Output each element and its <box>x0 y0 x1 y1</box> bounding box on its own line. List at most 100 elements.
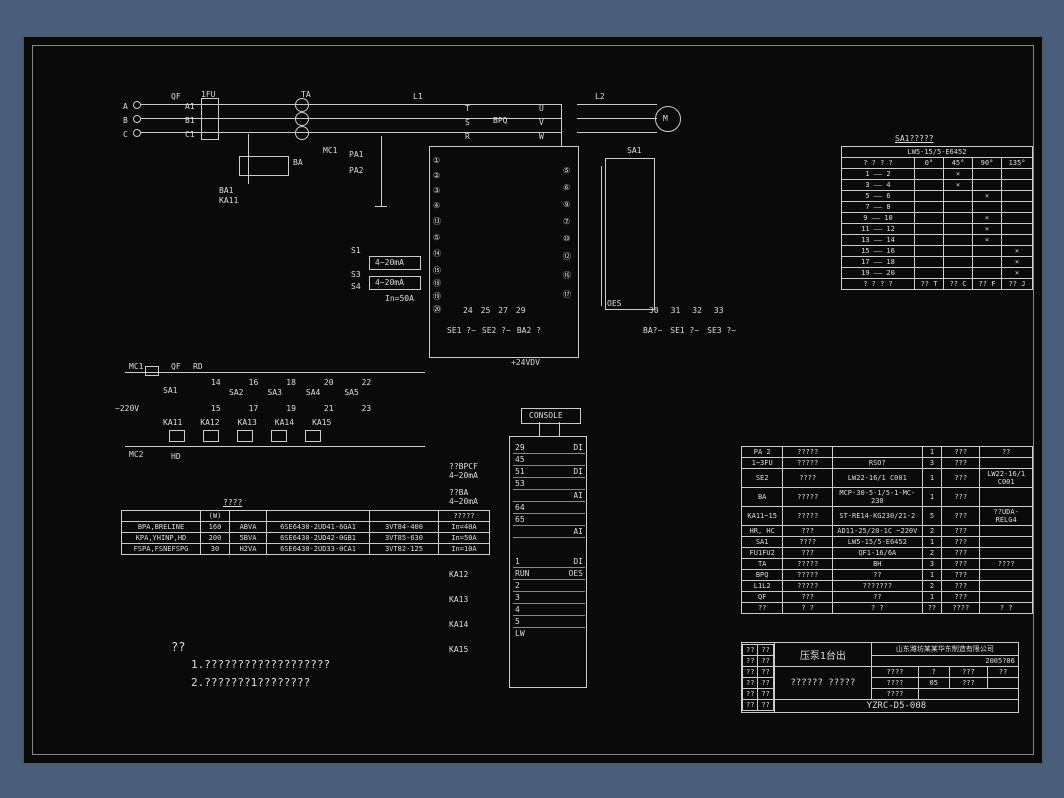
cr2r: DI <box>573 467 583 476</box>
ba-box <box>239 156 289 176</box>
ladder-bot <box>125 446 425 447</box>
sa1h4: 135° <box>1002 158 1033 169</box>
bpq-t4: ④ <box>433 201 441 210</box>
sa1r51 <box>915 224 944 235</box>
term-b1: B1 <box>185 116 195 125</box>
sa1-block <box>605 158 655 310</box>
n21: 21 <box>324 404 334 413</box>
parts-cell: ?? <box>922 603 942 614</box>
cbp2: 2 <box>515 581 520 590</box>
tb-proj: 压泵1台出 <box>774 643 871 667</box>
sa1f3: ?? F <box>973 279 1002 290</box>
mc1-label: MC1 <box>323 146 337 155</box>
bn25: 25 <box>481 306 491 315</box>
br00: ?? <box>743 645 758 656</box>
sh0 <box>122 511 201 522</box>
sa1r62 <box>944 235 973 246</box>
sa1r52 <box>944 224 973 235</box>
bn24: 24 <box>463 306 473 315</box>
ba1-label: BA1 <box>219 186 233 195</box>
bpq-t19: ⑲ <box>433 291 441 302</box>
br51: ?? <box>758 700 773 711</box>
sa1r14 <box>1002 180 1033 191</box>
n17: 17 <box>249 404 259 413</box>
fuse-mc1 <box>145 366 159 376</box>
bpq-t20: ⑳ <box>433 304 441 315</box>
console-rows: 29DI 45 51DI 53 AI 64 65 AI <box>513 442 585 538</box>
fuse-1fu <box>201 98 219 140</box>
s20: FSPA,FSNEFSPG <box>122 544 201 555</box>
spec-row-2: FSPA,FSNEFSPG30H2VA6SE6430-2UD33-0CA13VT… <box>122 544 490 555</box>
m00: ???? <box>871 667 918 678</box>
sa4: SA4 <box>306 388 320 397</box>
bpq-r5: ⑤ <box>563 166 571 175</box>
parts-cell: SA1 <box>742 537 783 548</box>
spec-row-0: BPA,BRELINE160ABVA6SE6430-2UD41-6GA13VT8… <box>122 522 490 533</box>
sa1r70: 15 —— 16 <box>842 246 915 257</box>
parts-cell: ????? <box>783 458 833 469</box>
terminal-a <box>133 101 141 109</box>
console-conn1 <box>539 422 540 436</box>
terminal-b <box>133 115 141 123</box>
ladder-bot-nums: 15 17 19 21 23 <box>211 404 371 413</box>
sig2-label: 4~20mA <box>375 278 404 287</box>
sa1-sub: LW5-15/5-E6452 <box>842 147 1033 158</box>
bl6: SE3 ?~ <box>707 326 736 335</box>
s3-label: S3 <box>351 270 361 279</box>
parts-cell: 1~3FU <box>742 458 783 469</box>
sa1r74: × <box>1002 246 1033 257</box>
bpq-v: V <box>539 118 544 127</box>
cb-ka12: KA12 <box>449 570 468 579</box>
out-w <box>577 132 657 133</box>
parts-cell: QF1-16/6A <box>832 548 922 559</box>
parts-row-2: SE2????LW22-16/1 C0011???LW22-16/1 C001 <box>742 469 1033 488</box>
bpq-t18: ⑱ <box>433 278 441 289</box>
h5-box <box>305 430 321 442</box>
sa1r43: × <box>973 213 1002 224</box>
bpq-r12: ⑫ <box>563 251 571 262</box>
n22: 22 <box>362 378 372 387</box>
ladder-rd: RD <box>193 362 203 371</box>
parts-cell: ??? <box>942 581 980 592</box>
bn33: 33 <box>714 306 724 315</box>
cl1: 4~20mA <box>449 471 478 480</box>
parts-cell: 2 <box>922 526 942 537</box>
parts-cell: ??? <box>783 592 833 603</box>
sa1r73 <box>973 246 1002 257</box>
cr2l: 51 <box>515 467 525 476</box>
sa1r91 <box>915 268 944 279</box>
sa1r83 <box>973 257 1002 268</box>
sa1r93 <box>973 268 1002 279</box>
ladder-top-nums: 14 16 18 20 22 <box>211 378 371 387</box>
m02: ??? <box>949 667 988 678</box>
n18: 18 <box>286 378 296 387</box>
tb-dwg: YZRC-D5-008 <box>774 700 1018 713</box>
drawing-sheet: A B C QF A1 B1 C1 1FU TA L1 BA BA1 KA11 … <box>23 36 1043 764</box>
parts-cell: ??? <box>942 570 980 581</box>
parts-cell: ??????? <box>832 581 922 592</box>
sa1r54 <box>1002 224 1033 235</box>
parts-row-4: KA11~15?????ST-RE14-KG230/21-25?????UDA-… <box>742 507 1033 526</box>
sa1f0: ? ? ? ? <box>842 279 915 290</box>
bpq-t2: ② <box>433 171 441 180</box>
ka11: KA11 <box>163 418 182 427</box>
bpq-label: BPQ <box>493 116 507 125</box>
cr0l: 29 <box>515 443 525 452</box>
sa1r53: × <box>973 224 1002 235</box>
s10: KPA,YHINP,HD <box>122 533 201 544</box>
bpq-r6: ⑥ <box>563 183 571 192</box>
console-relay-col: KA12 KA13 KA14 KA15 <box>449 566 468 654</box>
bpq-t14: ⑭ <box>433 248 441 259</box>
ladder-hd: HD <box>171 452 181 461</box>
bpq-t15: ⑮ <box>433 265 441 276</box>
parts-row-11: QF?????1??? <box>742 592 1033 603</box>
br41: ?? <box>758 689 773 700</box>
sa1-sw: SA1 <box>627 146 641 155</box>
parts-cell: 5 <box>922 507 942 526</box>
parts-cell: ??? <box>942 592 980 603</box>
ladder-sa-row: SA2 SA3 SA4 SA5 <box>229 388 359 397</box>
h2-box <box>203 430 219 442</box>
gnd-line <box>381 136 382 206</box>
out-v <box>577 118 657 119</box>
bpq-w: W <box>539 132 544 141</box>
